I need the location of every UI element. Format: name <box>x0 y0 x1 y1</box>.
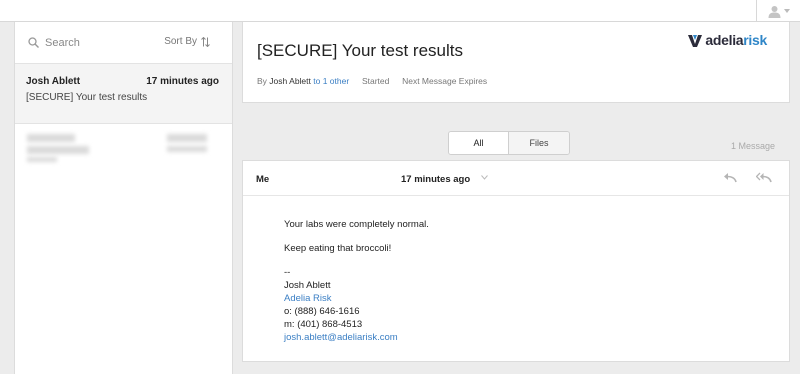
adeliarisk-logo-icon <box>688 35 703 47</box>
blurred-text <box>27 146 89 154</box>
blurred-conversation-item[interactable] <box>15 124 232 184</box>
search-input[interactable] <box>45 34 145 52</box>
conversation-sender: Josh Ablett <box>26 76 81 87</box>
conversation-sidebar: Sort By Josh Ablett 17 minutes ago [SECU… <box>14 22 233 374</box>
message-from: Me <box>256 174 270 185</box>
chevron-down-icon[interactable] <box>481 175 488 180</box>
sort-arrows-icon <box>201 36 210 47</box>
chevron-down-icon <box>783 9 790 13</box>
search-bar: Sort By <box>15 22 232 64</box>
sort-by-button[interactable]: Sort By <box>164 36 210 47</box>
recipients-link[interactable]: to 1 other <box>313 76 349 86</box>
conversation-time: 17 minutes ago <box>146 76 219 87</box>
message-filter-tabs: All Files <box>448 131 570 155</box>
logo-text-adelia: adelia <box>705 32 744 48</box>
page-title: [SECURE] Your test results <box>257 41 463 60</box>
conversation-list-item[interactable]: Josh Ablett 17 minutes ago [SECURE] Your… <box>15 64 232 124</box>
signature-name: Josh Ablett <box>284 280 331 291</box>
conversation-meta: By Josh Ablett to 1 other Started Next M… <box>257 76 487 86</box>
signature-email-link[interactable]: josh.ablett@adeliarisk.com <box>284 331 429 344</box>
message-card: Me 17 minutes ago Your labs were complet… <box>242 160 790 362</box>
message-header: Me 17 minutes ago <box>243 161 789 196</box>
by-label: By <box>257 76 267 86</box>
message-time: 17 minutes ago <box>401 174 471 185</box>
blurred-text <box>167 146 207 152</box>
signature-separator: -- <box>284 267 291 278</box>
adeliarisk-logo: adeliarisk <box>688 32 767 48</box>
conversation-header: [SECURE] Your test results By Josh Ablet… <box>242 22 790 103</box>
message-line: Your labs were completely normal. <box>284 219 429 230</box>
top-bar <box>0 0 800 22</box>
user-icon <box>768 5 780 18</box>
message-line: Keep eating that broccoli! <box>284 243 392 254</box>
sort-by-label: Sort By <box>164 36 197 47</box>
search-icon <box>28 37 39 48</box>
message-body: Your labs were completely normal. Keep e… <box>284 218 429 344</box>
from-name: Josh Ablett <box>269 76 311 86</box>
signature-company-link[interactable]: Adelia Risk <box>284 292 429 305</box>
signature-office-phone: o: (888) 646-1616 <box>284 306 360 317</box>
next-message-expires-label: Next Message Expires <box>402 76 488 86</box>
message-count: 1 Message <box>730 141 775 151</box>
tab-all[interactable]: All <box>449 132 509 154</box>
reply-icon[interactable] <box>723 172 737 183</box>
blurred-text <box>27 134 75 142</box>
user-menu-button[interactable] <box>756 0 800 22</box>
tab-files[interactable]: Files <box>509 132 569 154</box>
reply-all-icon[interactable] <box>756 172 772 183</box>
blurred-text <box>27 157 57 162</box>
signature-mobile-phone: m: (401) 868-4513 <box>284 319 363 330</box>
logo-text-risk: risk <box>743 32 767 48</box>
conversation-subject: [SECURE] Your test results <box>26 92 148 103</box>
started-label: Started <box>361 76 390 86</box>
blurred-text <box>167 134 207 142</box>
